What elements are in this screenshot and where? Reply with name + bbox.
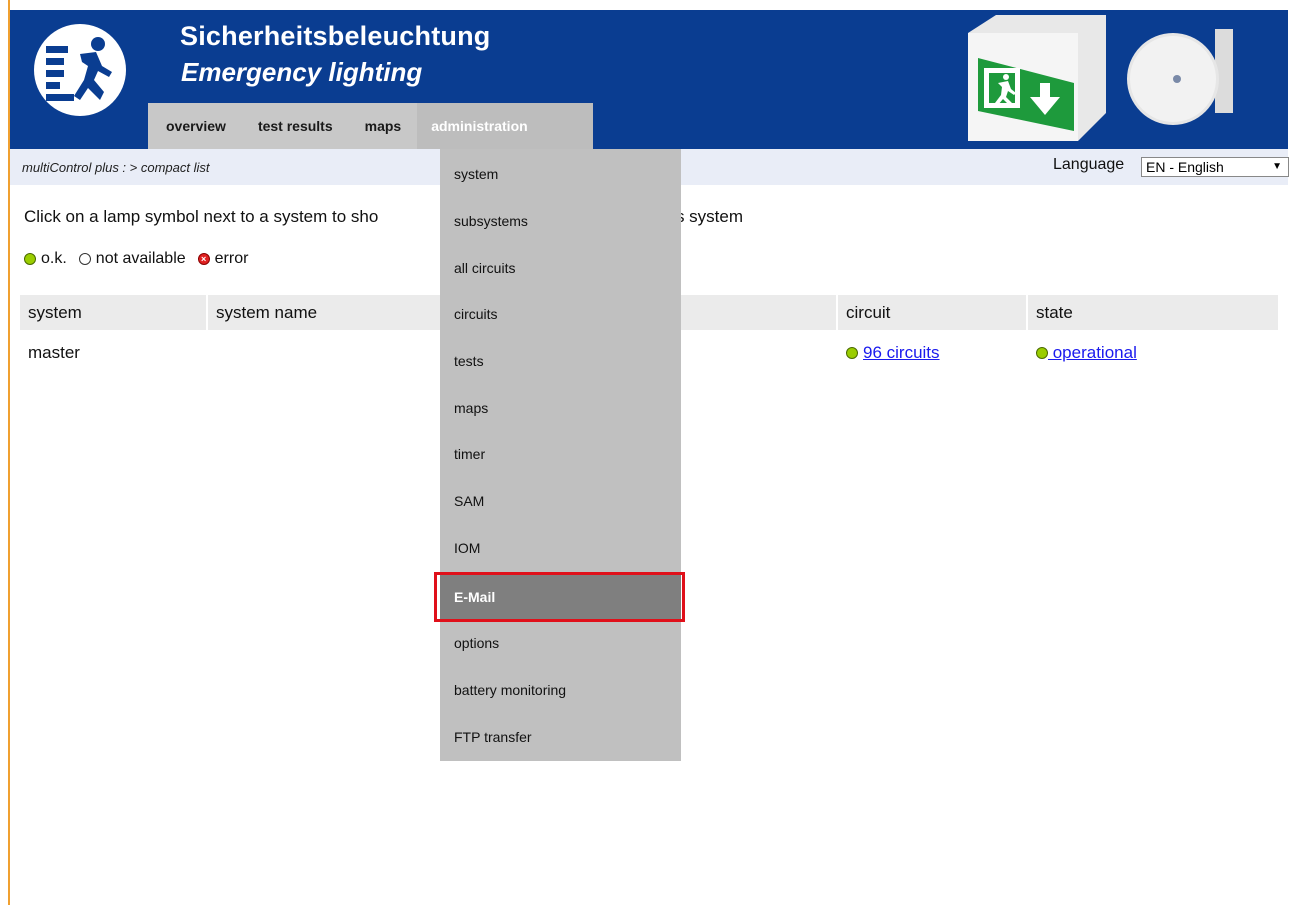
- menu-item-maps[interactable]: maps: [440, 385, 681, 432]
- state-link[interactable]: operational: [1048, 334, 1137, 372]
- language-label: Language: [1053, 156, 1125, 173]
- nav-administration[interactable]: administration: [417, 103, 594, 149]
- language-select[interactable]: EN - English ▼: [1141, 157, 1289, 177]
- menu-item-subsystems[interactable]: subsystems: [440, 198, 681, 245]
- instruction-text-start: Click on a lamp symbol next to a system …: [24, 207, 379, 226]
- nav-test-results[interactable]: test results: [241, 103, 349, 149]
- page-title: Sicherheitsbeleuchtung: [180, 21, 491, 51]
- status-error-icon: ×: [197, 253, 210, 265]
- menu-item-timer[interactable]: timer: [440, 431, 681, 478]
- menu-item-all-circuits[interactable]: all circuits: [440, 245, 681, 292]
- cell-circuit: 96 circuits: [838, 334, 1028, 372]
- page-subtitle: Emergency lighting: [181, 57, 423, 87]
- circuits-link[interactable]: 96 circuits: [863, 334, 940, 372]
- nav-overview[interactable]: overview: [148, 103, 242, 149]
- status-ok-icon: [24, 253, 36, 265]
- legend-error-label: error: [214, 250, 249, 267]
- chevron-down-icon: ▼: [1272, 161, 1282, 172]
- main-nav: overview test results maps administratio…: [148, 103, 594, 149]
- menu-item-email[interactable]: E-Mail: [440, 574, 681, 621]
- menu-item-system[interactable]: system: [440, 151, 681, 198]
- menu-item-options[interactable]: options: [440, 620, 681, 667]
- menu-item-sam[interactable]: SAM: [440, 478, 681, 525]
- column-header-system: system: [20, 295, 208, 330]
- status-legend: o.k. not available × error: [24, 250, 260, 268]
- menu-item-iom[interactable]: IOM: [440, 525, 681, 572]
- cell-state: operational: [1028, 334, 1278, 372]
- nav-maps[interactable]: maps: [348, 103, 418, 149]
- language-selected-value: EN - English: [1146, 159, 1224, 175]
- exit-sign-icon: [968, 15, 1106, 141]
- legend-error: × error: [197, 250, 249, 268]
- cell-system: master: [28, 343, 80, 362]
- column-header-circuit: circuit: [838, 295, 1028, 330]
- status-ok-icon[interactable]: [1036, 347, 1048, 359]
- menu-item-ftp-transfer[interactable]: FTP transfer: [440, 714, 681, 761]
- emergency-exit-running-man-icon: [34, 24, 126, 116]
- round-emergency-lamp-icon: [1123, 21, 1233, 139]
- legend-ok-label: o.k.: [41, 250, 67, 267]
- breadcrumb: multiControl plus : > compact list: [22, 160, 210, 175]
- legend-ok: o.k.: [24, 250, 67, 268]
- menu-item-circuits[interactable]: circuits: [440, 291, 681, 338]
- status-not-available-icon: [78, 253, 91, 265]
- status-ok-icon[interactable]: [846, 347, 858, 359]
- legend-not-available: not available: [78, 250, 186, 268]
- column-header-state: state: [1036, 303, 1073, 322]
- administration-dropdown-menu: system subsystems all circuits circuits …: [440, 149, 681, 761]
- legend-not-available-label: not available: [95, 250, 186, 267]
- menu-item-battery-monitoring[interactable]: battery monitoring: [440, 667, 681, 714]
- menu-item-tests[interactable]: tests: [440, 338, 681, 385]
